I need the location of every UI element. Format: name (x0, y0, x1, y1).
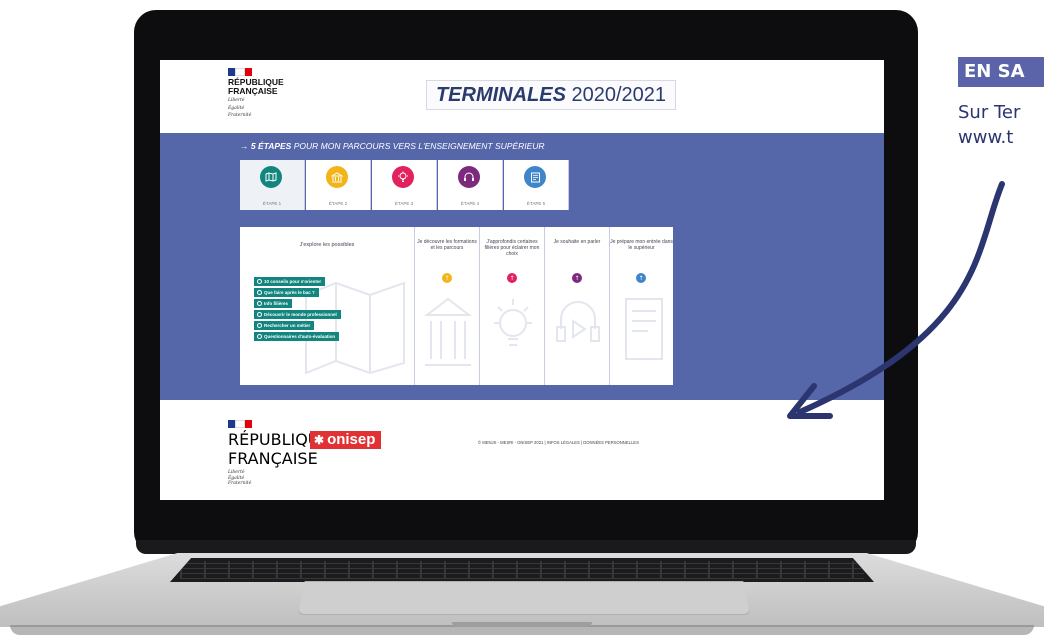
circle-arrow-icon (257, 323, 262, 328)
tab-step-5[interactable]: ÉTAPE 5 (504, 160, 569, 210)
arrow-up-icon[interactable]: ↑ (507, 273, 517, 283)
circle-arrow-icon (257, 312, 262, 317)
column-parler[interactable]: Je souhaite en parler ↑ (545, 227, 610, 385)
link-label: Info filières (264, 301, 289, 306)
arrow-up-icon[interactable]: ↑ (636, 273, 646, 283)
column-formations[interactable]: Je découvre les formations et les parcou… (415, 227, 480, 385)
link-item[interactable]: Info filières (254, 299, 293, 308)
step-label: ÉTAPE 1 (262, 201, 282, 206)
building-icon (326, 166, 348, 188)
laptop-hinge (136, 540, 916, 554)
lightbulb-icon (392, 166, 414, 188)
callout-line-2: www.t (958, 127, 1014, 148)
link-item[interactable]: Découvrir le monde professionnel (254, 310, 341, 319)
arrow-up-icon[interactable]: ↑ (442, 273, 452, 283)
step-label: ÉTAPE 3 (394, 201, 414, 206)
explore-links: 10 conseils pour s'orienter Que faire ap… (254, 277, 341, 343)
onisep-logo[interactable]: ✱ onisep (310, 431, 382, 449)
tab-step-1[interactable]: ÉTAPE 1 (240, 160, 305, 210)
lightbulb-illustration-icon (494, 299, 532, 346)
tab-step-3[interactable]: ÉTAPE 3 (372, 160, 437, 210)
page-title-year: 2020/2021 (571, 84, 667, 106)
pointing-arrow-icon (787, 181, 1005, 419)
flag-icon (228, 68, 252, 76)
footer-legal-links[interactable]: © MENJS - MESRI - ONISEP 2021 | INFOS LÉ… (478, 440, 639, 445)
column-heading: Je souhaite en parler (553, 239, 601, 245)
column-heading: J'explore les possibles (299, 242, 355, 248)
column-heading: Je prépare mon entrée dans le supérieur (610, 239, 673, 251)
flag-icon (228, 420, 252, 428)
laptop-keyboard (170, 558, 874, 582)
footer-motto-3: Fraternité (228, 481, 252, 486)
circle-arrow-icon (257, 301, 262, 306)
step-tabs: ÉTAPE 1 ÉTAPE 2 ÉTAPE 3 ÉTAPE 4 ÉTAPE 5 (240, 160, 570, 210)
link-item[interactable]: Questionnaires d'auto-évaluation (254, 332, 340, 341)
content-panel: J'explore les possibles 10 conseils pour… (240, 227, 673, 385)
circle-arrow-icon (257, 290, 262, 295)
column-heading: Je découvre les formations et les parcou… (417, 239, 477, 251)
page-title: TERMINALES 2020/2021 (426, 80, 676, 110)
laptop-notch (452, 622, 592, 627)
tab-step-4[interactable]: ÉTAPE 4 (438, 160, 503, 210)
link-label: Rechercher un métier (264, 323, 311, 328)
motto-2: Égalité (228, 105, 245, 111)
asterisk-icon: ✱ (314, 433, 325, 447)
republique-francaise-logo[interactable]: RÉPUBLIQUE FRANÇAISE Liberté Égalité Fra… (228, 68, 298, 119)
link-item[interactable]: 10 conseils pour s'orienter (254, 277, 326, 286)
headset-icon (458, 166, 480, 188)
circle-arrow-icon (257, 279, 262, 284)
footer-logo-line-2: FRANÇAISE (228, 449, 318, 468)
logo-line-2: FRANÇAISE (228, 86, 278, 96)
column-filieres[interactable]: J'approfondis certaines filières pour éc… (480, 227, 545, 385)
link-label: 10 conseils pour s'orienter (264, 279, 322, 284)
form-icon (524, 166, 546, 188)
step-label: ÉTAPE 4 (460, 201, 480, 206)
building-illustration-icon (424, 297, 472, 366)
link-label: Que faire après le bac ? (264, 290, 315, 295)
motto-3: Fraternité (228, 113, 252, 118)
footer-logo-line-1: RÉPUBLIQUE (228, 430, 330, 449)
steps-banner: → 5 ÉTAPES POUR MON PARCOURS VERS L'ENSE… (240, 141, 545, 151)
link-item[interactable]: Que faire après le bac ? (254, 288, 319, 297)
onisep-label: onisep (327, 431, 376, 448)
column-heading: J'approfondis certaines filières pour éc… (484, 239, 540, 257)
step-label: ÉTAPE 5 (526, 201, 546, 206)
site-header: RÉPUBLIQUE FRANÇAISE Liberté Égalité Fra… (160, 60, 884, 133)
arrow-up-icon[interactable]: ↑ (572, 273, 582, 283)
link-label: Découvrir le monde professionnel (264, 312, 337, 317)
link-label: Questionnaires d'auto-évaluation (264, 334, 336, 339)
circle-arrow-icon (257, 334, 262, 339)
column-preparer[interactable]: Je prépare mon entrée dans le supérieur … (610, 227, 673, 385)
callout-heading: EN SA (958, 57, 1044, 87)
map-icon (260, 166, 282, 188)
laptop-trackpad (298, 581, 750, 615)
motto-1: Liberté (228, 98, 245, 103)
page-title-bold: TERMINALES (435, 84, 566, 106)
headset-illustration-icon (556, 301, 600, 342)
callout-line-1: Sur Ter (958, 102, 1021, 123)
callout-text: Sur Ter www.t (958, 100, 1044, 150)
footer-republique-logo[interactable]: RÉPUBLIQUE FRANÇAISE Liberté Égalité Fra… (228, 420, 330, 487)
form-illustration-icon (625, 298, 663, 360)
keyboard-keys (180, 561, 864, 579)
banner-bold: 5 ÉTAPES (250, 141, 292, 151)
step-label: ÉTAPE 2 (328, 201, 348, 206)
tab-step-2[interactable]: ÉTAPE 2 (306, 160, 371, 210)
column-explore: J'explore les possibles 10 conseils pour… (240, 227, 415, 385)
banner-arrow-icon: → (240, 141, 249, 151)
link-item[interactable]: Rechercher un métier (254, 321, 315, 330)
banner-rest: POUR MON PARCOURS VERS L'ENSEIGNEMENT SU… (291, 141, 545, 151)
